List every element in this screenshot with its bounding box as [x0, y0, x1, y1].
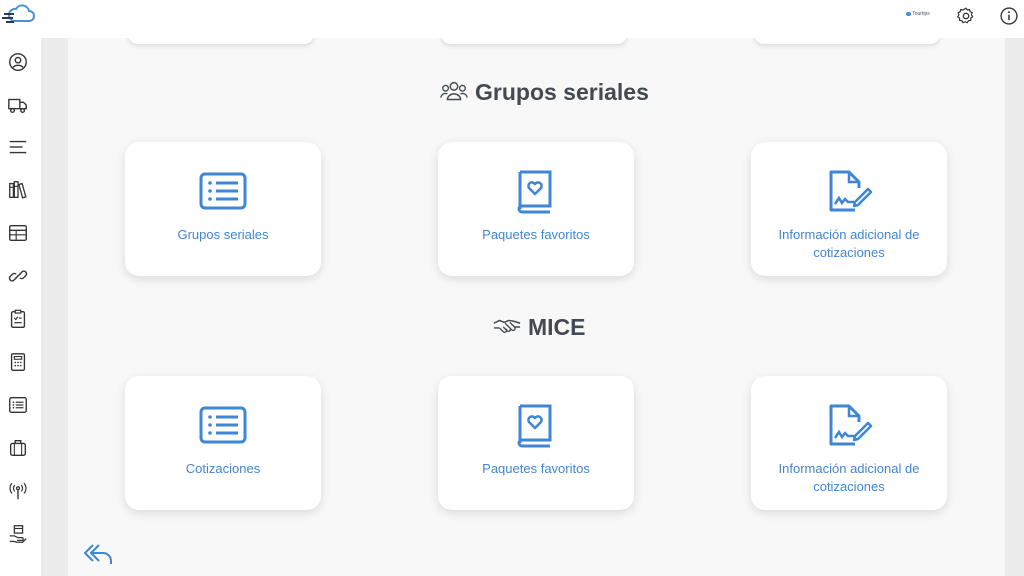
suitcase-icon[interactable]	[6, 436, 30, 460]
card-informacion-adicional[interactable]: Información adicional de cotizaciones	[751, 376, 947, 510]
handshake-icon	[493, 319, 521, 333]
card-label: Paquetes favoritos	[482, 461, 590, 476]
info-icon[interactable]	[999, 6, 1019, 26]
content-panel: Grupos seriales Grupos seriales Paquetes…	[68, 24, 1005, 576]
section-title-text: Grupos seriales	[475, 78, 649, 105]
brand-dot-icon	[906, 12, 912, 16]
group-users-icon	[440, 81, 468, 101]
heart-book-icon	[512, 404, 560, 448]
menu-lines-icon[interactable]	[6, 135, 30, 159]
user-circle-icon[interactable]	[6, 50, 30, 74]
cloud-logo-icon[interactable]	[2, 3, 36, 27]
truck-icon[interactable]	[6, 93, 30, 117]
card-cotizaciones[interactable]: Cotizaciones	[125, 376, 321, 510]
calculator-icon[interactable]	[6, 350, 30, 374]
heart-book-icon	[512, 170, 560, 214]
table-icon[interactable]	[6, 221, 30, 245]
antenna-icon[interactable]	[6, 479, 30, 503]
card-label: Cotizaciones	[185, 461, 261, 476]
card-paquetes-favoritos[interactable]: Paquetes favoritos	[438, 142, 634, 276]
signed-document-icon	[825, 170, 873, 214]
card-label: Grupos seriales	[177, 227, 269, 242]
brand-badge[interactable]: Tourtips	[905, 8, 931, 20]
section-title-grupos-seriales: Grupos seriales	[439, 77, 649, 107]
top-bar: Tourtips	[0, 0, 1024, 38]
gear-icon[interactable]	[956, 6, 976, 26]
hand-box-icon[interactable]	[6, 522, 30, 546]
card-label: Paquetes favoritos	[482, 227, 590, 242]
reply-back-icon[interactable]	[83, 543, 113, 565]
list-icon	[199, 170, 247, 214]
card-grupos-seriales[interactable]: Grupos seriales	[125, 142, 321, 276]
list-icon[interactable]	[6, 393, 30, 417]
link-icon[interactable]	[6, 264, 30, 288]
card-label: Información adicional de cotizaciones	[778, 461, 920, 494]
brand-text: Tourtips	[912, 11, 930, 17]
clipboard-check-icon[interactable]	[6, 307, 30, 331]
card-label: Información adicional de cotizaciones	[778, 227, 920, 260]
list-icon	[199, 404, 247, 448]
card-paquetes-favoritos[interactable]: Paquetes favoritos	[438, 376, 634, 510]
section-title-mice: MICE	[492, 312, 586, 342]
main-content: Grupos seriales Grupos seriales Paquetes…	[41, 24, 1024, 576]
sidebar	[0, 38, 40, 576]
books-icon[interactable]	[6, 178, 30, 202]
section-title-text: MICE	[528, 313, 586, 340]
signed-document-icon	[825, 404, 873, 448]
card-informacion-adicional[interactable]: Información adicional de cotizaciones	[751, 142, 947, 276]
